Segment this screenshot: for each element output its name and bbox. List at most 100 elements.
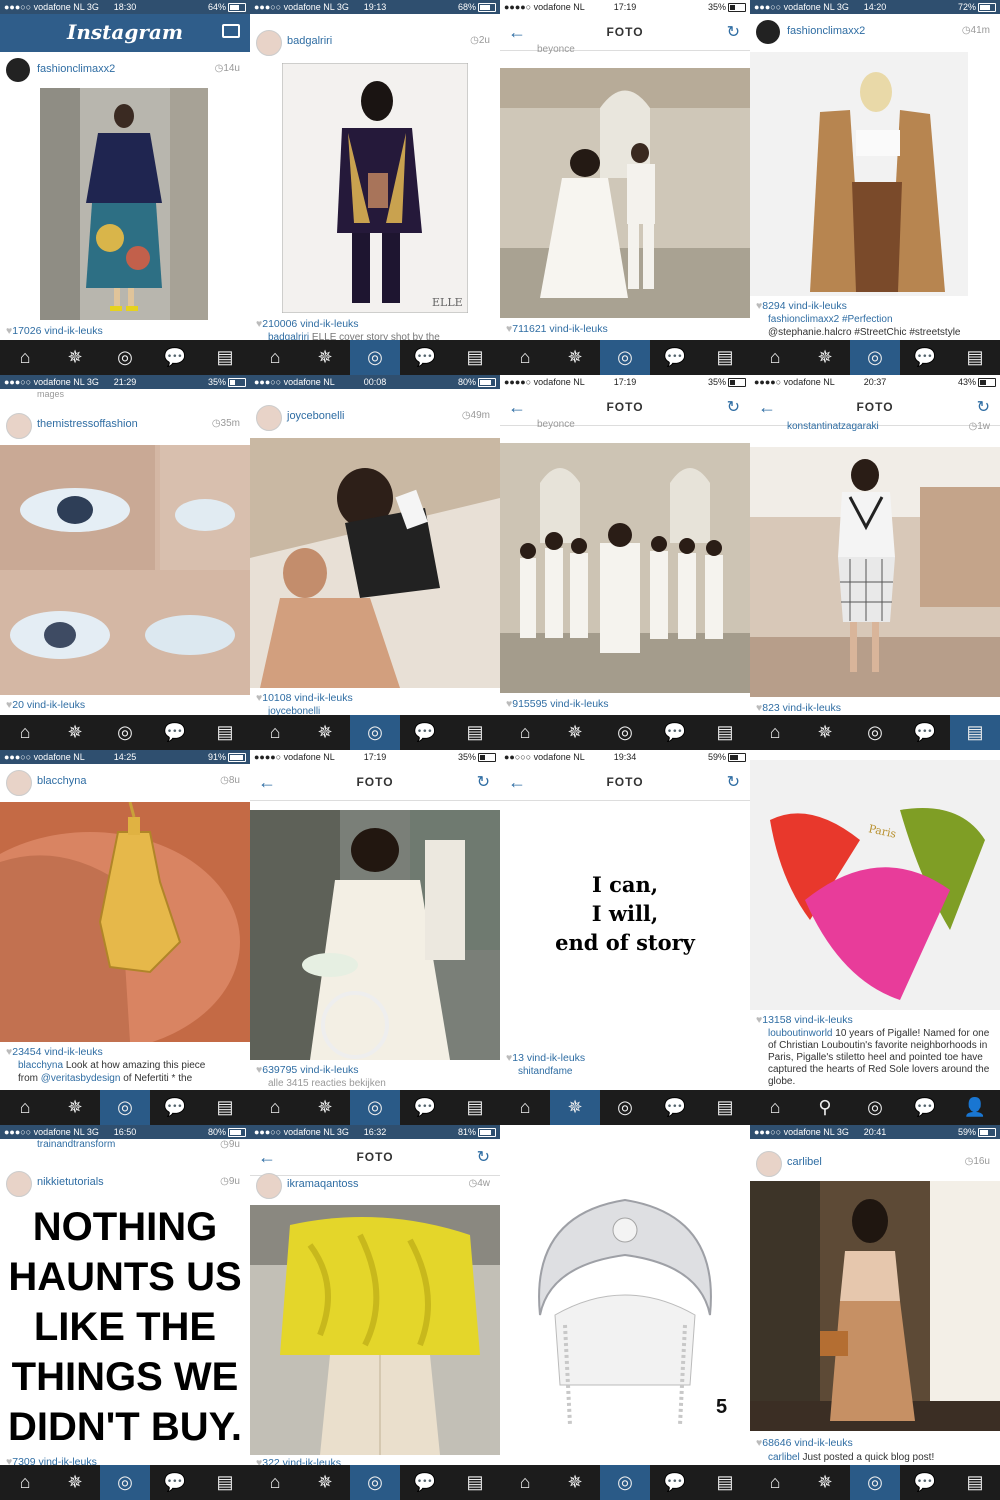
reload-icon[interactable]: ↻ [727,772,740,792]
home-icon[interactable]: ⌂ [250,715,300,750]
home-icon[interactable]: ⌂ [0,715,50,750]
home-icon[interactable]: ⌂ [750,340,800,375]
activity-icon[interactable]: 💬 [400,715,450,750]
activity-icon[interactable]: 💬 [650,715,700,750]
post-photo[interactable] [750,52,1000,296]
post-photo[interactable] [0,802,250,1042]
explore-icon[interactable]: ✵ [50,1090,100,1125]
camera-icon[interactable]: ◎ [850,1465,900,1500]
like-count[interactable]: 10108 vind-ik-leuks [256,692,352,704]
camera-icon[interactable]: ◎ [350,340,400,375]
username-partial[interactable]: mages [37,389,64,399]
explore-icon[interactable]: ✵ [550,715,600,750]
home-icon[interactable]: ⌂ [500,1465,550,1500]
post-photo[interactable] [750,1181,1000,1431]
username[interactable]: fashionclimaxx2 [37,63,115,75]
like-count[interactable]: 13 vind-ik-leuks [506,1052,585,1064]
username[interactable]: fashionclimaxx2 [787,25,865,37]
profile-icon[interactable]: ▤ [450,715,500,750]
like-count[interactable]: 13158 vind-ik-leuks [756,1014,852,1026]
like-count[interactable]: 68646 vind-ik-leuks [756,1437,852,1449]
home-icon[interactable]: ⌂ [250,1465,300,1500]
home-icon[interactable]: ⌂ [250,340,300,375]
profile-icon[interactable]: ▤ [950,340,1000,375]
home-icon[interactable]: ⌂ [250,1090,300,1125]
caption-username[interactable]: carlibel [768,1452,800,1463]
activity-icon[interactable]: 💬 [650,1465,700,1500]
camera-icon[interactable]: ◎ [850,340,900,375]
post-photo[interactable]: Paris [750,760,1000,1010]
profile-icon[interactable]: ▤ [700,1090,750,1125]
avatar[interactable] [6,1171,32,1197]
home-icon[interactable]: ⌂ [750,1090,800,1125]
explore-icon[interactable]: ✵ [550,340,600,375]
post-photo[interactable] [750,447,1000,697]
home-icon[interactable]: ⌂ [500,340,550,375]
explore-icon[interactable]: ✵ [550,1090,600,1125]
like-count[interactable]: 915595 vind-ik-leuks [506,698,608,710]
post-photo[interactable] [0,445,250,695]
username[interactable]: carlibel [787,1156,822,1168]
person-icon[interactable]: 👤 [950,1090,1000,1125]
avatar[interactable] [6,413,32,439]
home-icon[interactable]: ⌂ [500,715,550,750]
camera-icon[interactable]: ◎ [600,1090,650,1125]
explore-icon[interactable]: ✵ [50,1465,100,1500]
username[interactable]: badgalriri [287,35,332,47]
profile-icon[interactable]: ▤ [950,1465,1000,1500]
activity-icon[interactable]: 💬 [900,1465,950,1500]
explore-icon[interactable]: ✵ [800,715,850,750]
caption-tags[interactable]: @stephanie.halcro #StreetChic #streetsty… [768,327,994,339]
camera-icon[interactable]: ◎ [100,715,150,750]
view-comments-link[interactable]: alle 3415 reacties bekijken [268,1078,494,1090]
camera-icon[interactable]: ◎ [600,715,650,750]
activity-icon[interactable]: 💬 [400,1465,450,1500]
avatar[interactable] [756,20,780,44]
profile-icon[interactable]: ▤ [700,340,750,375]
username-partial[interactable]: beyonce [537,419,575,430]
profile-icon[interactable]: ▤ [700,715,750,750]
activity-icon[interactable]: 💬 [150,715,200,750]
profile-icon[interactable]: ▤ [450,340,500,375]
camera-icon[interactable]: ◎ [850,1090,900,1125]
like-count[interactable]: 639795 vind-ik-leuks [256,1064,358,1076]
explore-icon[interactable]: ✵ [550,1465,600,1500]
home-icon[interactable]: ⌂ [0,340,50,375]
caption-mention[interactable]: @veritasbydesign [41,1073,121,1084]
reload-icon[interactable]: ↻ [727,397,740,417]
profile-icon[interactable]: ▤ [200,1090,250,1125]
like-count[interactable]: 17026 vind-ik-leuks [6,325,102,337]
camera-icon[interactable]: ◎ [350,715,400,750]
username[interactable]: blacchyna [37,775,87,787]
post-photo[interactable] [500,443,750,693]
search-icon[interactable]: ⚲ [800,1090,850,1125]
activity-icon[interactable]: 💬 [400,340,450,375]
activity-icon[interactable]: 💬 [650,340,700,375]
username-partial[interactable]: trainandtransform [37,1139,115,1150]
post-photo[interactable] [250,810,500,1060]
caption-username[interactable]: blacchyna [18,1060,63,1071]
avatar[interactable] [6,58,30,82]
camera-icon[interactable]: ◎ [350,1465,400,1500]
explore-icon[interactable]: ✵ [800,1465,850,1500]
home-icon[interactable]: ⌂ [500,1090,550,1125]
activity-icon[interactable]: 💬 [900,715,950,750]
camera-icon[interactable]: ◎ [350,1090,400,1125]
post-photo[interactable] [250,1205,500,1455]
post-photo[interactable]: ELLE [282,63,468,313]
like-count[interactable]: 711621 vind-ik-leuks [506,323,608,335]
reload-icon[interactable]: ↻ [727,22,740,42]
username[interactable]: nikkietutorials [37,1176,104,1188]
username[interactable]: themistressoffashion [37,418,138,430]
activity-icon[interactable]: 💬 [150,340,200,375]
username-partial[interactable]: konstantinatzagaraki [787,421,879,432]
activity-icon[interactable]: 💬 [150,1465,200,1500]
username[interactable]: ikramaqantoss [287,1178,359,1190]
profile-icon[interactable]: ▤ [200,715,250,750]
explore-icon[interactable]: ✵ [50,340,100,375]
explore-icon[interactable]: ✵ [800,340,850,375]
activity-icon[interactable]: 💬 [650,1090,700,1125]
home-icon[interactable]: ⌂ [750,1465,800,1500]
avatar[interactable] [756,1151,782,1177]
avatar[interactable] [6,770,32,796]
